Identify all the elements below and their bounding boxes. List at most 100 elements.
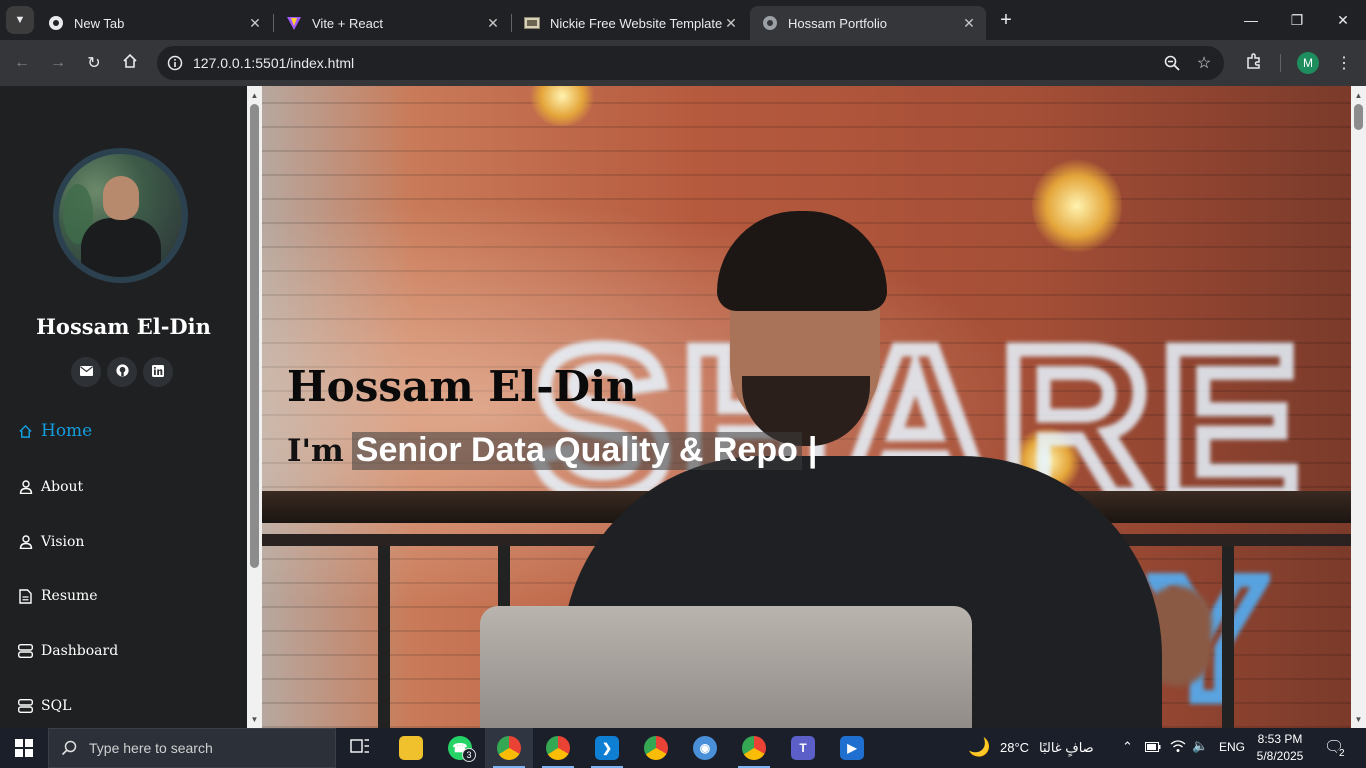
mail-icon [79, 365, 93, 379]
laptop [480, 606, 972, 728]
taskbar-chrome-active[interactable] [485, 728, 533, 768]
taskbar-chrome-2[interactable] [730, 728, 778, 768]
nav-label: Vision [41, 534, 85, 550]
task-view-button[interactable] [336, 728, 384, 768]
taskbar-media-app[interactable]: ▶ [828, 728, 876, 768]
windows-logo-icon [15, 739, 33, 757]
tab-title: Vite + React [312, 15, 383, 31]
sidebar: Hossam El-Din Home About Vision Resume D… [0, 86, 247, 728]
nav-sql[interactable]: SQL [18, 698, 71, 714]
scrollbar-thumb[interactable] [1354, 104, 1363, 130]
toolbar-separator [1280, 54, 1281, 72]
close-icon[interactable]: ✕ [722, 14, 740, 32]
site-info-icon[interactable] [163, 51, 187, 75]
home-button[interactable] [116, 49, 144, 77]
restore-button[interactable]: ❐ [1274, 0, 1320, 40]
chrome-icon [546, 736, 570, 760]
battery-icon[interactable] [1145, 740, 1161, 755]
show-hidden-icons-chevron-icon[interactable]: ⌃ [1122, 739, 1133, 755]
hero-section: SHARE Y Hossam El-Din I'm Senior Data Qu… [262, 86, 1351, 728]
reload-button[interactable]: ↻ [80, 49, 108, 77]
plus-icon: + [1000, 8, 1012, 31]
tab-new-tab[interactable]: New Tab ✕ [36, 6, 272, 40]
scroll-down-arrow-icon[interactable]: ▼ [247, 712, 262, 726]
windows-taskbar: Type here to search ☎ 3 ❯ ◉ T ▶ 🌙 28°C ص… [0, 728, 1366, 768]
taskbar-vscode[interactable]: ❯ [583, 728, 631, 768]
system-clock[interactable]: 8:53 PM 5/8/2025 [1248, 731, 1312, 765]
chrome-icon [48, 15, 64, 31]
taskbar-file-explorer[interactable] [387, 728, 435, 768]
server-icon [18, 699, 33, 714]
chrome-icon [742, 736, 766, 760]
vite-icon [286, 15, 302, 31]
scroll-up-arrow-icon[interactable]: ▲ [1351, 88, 1366, 102]
back-button[interactable]: ← [8, 49, 36, 77]
reload-icon: ↻ [87, 55, 101, 72]
typing-cursor: | [807, 431, 818, 469]
github-link[interactable] [107, 357, 137, 387]
scroll-down-arrow-icon[interactable]: ▼ [1351, 712, 1366, 726]
nav-home[interactable]: Home [18, 421, 92, 441]
network-icon[interactable] [1170, 739, 1186, 756]
close-icon[interactable]: ✕ [960, 14, 978, 32]
clock-time: 8:53 PM [1257, 732, 1303, 746]
nav-about[interactable]: About [18, 479, 83, 495]
taskbar-teams[interactable]: T [779, 728, 827, 768]
taskbar-chrome[interactable] [632, 728, 680, 768]
tab-search-button[interactable]: ▼ [6, 6, 34, 34]
weather-moon-icon[interactable]: 🌙 [968, 737, 990, 758]
tab-hossam-portfolio[interactable]: Hossam Portfolio ✕ [750, 6, 986, 40]
page-scrollbar[interactable]: ▲ ▼ [1351, 86, 1366, 728]
linkedin-link[interactable] [143, 357, 173, 387]
taskbar-search[interactable]: Type here to search [48, 728, 336, 768]
hero-subtitle: I'm Senior Data Quality & Repo | [287, 431, 817, 470]
forward-button[interactable]: → [44, 49, 72, 77]
scrollbar-thumb[interactable] [250, 104, 259, 568]
close-icon[interactable]: ✕ [246, 14, 264, 32]
tab-vite-react[interactable]: Vite + React ✕ [274, 6, 510, 40]
mail-link[interactable] [71, 357, 101, 387]
new-tab-button[interactable]: + [994, 8, 1018, 32]
taskbar-chrome-profile[interactable] [534, 728, 582, 768]
taskbar-camera-app[interactable]: ◉ [681, 728, 729, 768]
chrome-icon [644, 736, 668, 760]
globe-icon [762, 15, 778, 31]
teams-icon: T [791, 736, 815, 760]
weather-temperature[interactable]: 28°C [1000, 740, 1029, 755]
railing-post [1222, 546, 1234, 728]
chevron-down-icon: ▼ [14, 14, 26, 26]
nav-resume[interactable]: Resume [18, 588, 98, 604]
volume-icon[interactable]: 🔈 [1192, 738, 1208, 754]
address-bar[interactable]: 127.0.0.1:5501/index.html ☆ [157, 46, 1224, 80]
weather-condition[interactable]: صافٍ غالبًا [1039, 740, 1094, 756]
hanging-lamp [1032, 156, 1122, 256]
hero-title: Hossam El-Din [287, 362, 637, 411]
taskbar-whatsapp[interactable]: ☎ 3 [436, 728, 484, 768]
close-icon[interactable]: ✕ [484, 14, 502, 32]
close-icon: ✕ [1337, 11, 1349, 28]
profile-avatar[interactable]: M [1297, 52, 1319, 74]
arrow-left-icon: ← [14, 54, 30, 71]
clock-date: 5/8/2025 [1256, 749, 1304, 763]
zoom-out-icon[interactable] [1160, 51, 1184, 75]
sidebar-scrollbar[interactable]: ▲ ▼ [247, 86, 262, 728]
scroll-up-arrow-icon[interactable]: ▲ [247, 88, 262, 102]
vscode-icon: ❯ [595, 736, 619, 760]
tab-nickie-template[interactable]: Nickie Free Website Template | F ✕ [512, 6, 748, 40]
input-language[interactable]: ENG [1219, 740, 1245, 754]
menu-button[interactable]: ⋮ [1330, 49, 1358, 77]
page-viewport: Hossam El-Din Home About Vision Resume D… [0, 86, 1366, 728]
minimize-button[interactable]: — [1228, 0, 1274, 40]
tab-title: New Tab [74, 15, 125, 31]
home-icon [18, 424, 33, 439]
document-icon [18, 588, 33, 604]
close-window-button[interactable]: ✕ [1320, 0, 1366, 40]
bookmark-star-icon[interactable]: ☆ [1192, 51, 1216, 75]
nav-vision[interactable]: Vision [18, 534, 84, 550]
person-icon [18, 480, 33, 495]
folder-icon [399, 736, 423, 760]
tab-title: Nickie Free Website Template | F [550, 15, 722, 31]
extensions-button[interactable] [1240, 49, 1268, 77]
start-button[interactable] [0, 728, 48, 768]
nav-dashboard[interactable]: Dashboard [18, 643, 118, 659]
